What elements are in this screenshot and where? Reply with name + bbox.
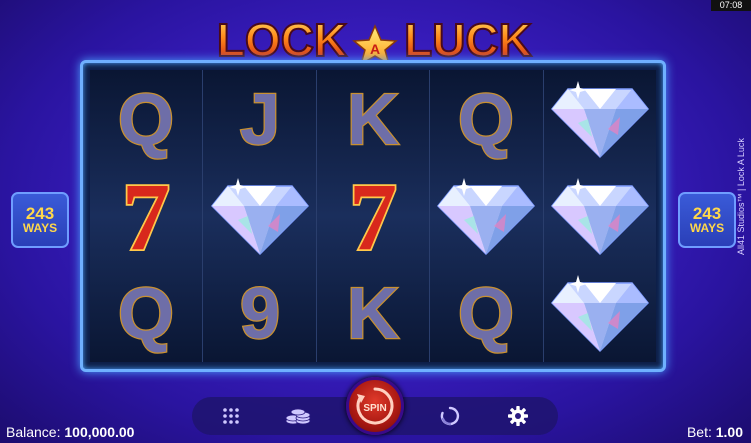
reel-4: QQ [430,70,544,362]
symbol-diamond [544,167,656,264]
svg-text:J: J [240,80,280,160]
reel-2: J9 [203,70,317,362]
spin-button[interactable]: SPIN [346,377,404,435]
logo-word-lock: LOCK [217,14,347,66]
svg-text:9: 9 [240,274,280,354]
svg-text:7: 7 [349,171,397,261]
autoplay-button[interactable] [432,397,468,435]
reel-3: K 7 K [316,70,431,362]
spin-icon: SPIN [356,387,394,425]
symbol-j: J [203,70,315,167]
bet-display: Bet: 1.00 [687,422,743,442]
symbol-q: Q [430,70,542,167]
symbol-diamond [430,167,542,264]
reel-5 [543,70,657,362]
ways-number: 243 [692,204,722,223]
svg-text:K: K [347,274,399,354]
ways-number: 243 [25,204,55,223]
symbol-seven: 7 [317,167,429,264]
symbol-q: Q [90,70,202,167]
bet-value: 1.00 [715,424,743,440]
autoplay-icon [440,406,460,426]
logo-word-luck: LUCK [404,14,532,66]
ways-label: WAYS [22,221,58,235]
svg-text:Q: Q [458,274,514,354]
balance-value: 100,000.00 [64,424,135,440]
symbol-q: Q [90,265,202,362]
spin-label: SPIN [363,403,386,414]
balance-display: Balance: 100,000.00 [6,422,134,442]
symbol-9: 9 [203,265,315,362]
symbol-diamond [544,265,656,362]
svg-text:Q: Q [118,80,174,160]
ways-badge-left: 243 WAYS [11,192,69,248]
symbol-diamond [203,167,315,264]
reels-grid: Q7QJ9K7KQQ [90,70,657,362]
gear-icon [508,406,528,426]
symbol-q: Q [430,265,542,362]
reel-1: Q 7 Q [90,70,204,362]
svg-text:Q: Q [458,80,514,160]
bet-label: Bet: [686,424,712,440]
menu-button[interactable] [213,397,249,435]
logo-letter-a: A [370,41,380,57]
coins-icon [285,408,311,425]
ways-label: WAYS [689,221,725,235]
symbol-diamond [544,70,656,167]
svg-text:7: 7 [122,171,170,261]
balance-label: Balance: [6,424,61,440]
grid-icon [223,408,239,424]
settings-button[interactable] [500,397,536,435]
reel-frame: Q7QJ9K7KQQ [80,60,666,372]
svg-text:K: K [347,80,399,160]
studio-credit: All41 Studios™ | Lock A Luck [736,138,746,255]
symbol-k: K [317,265,429,362]
bet-coins-button[interactable] [280,397,316,435]
ways-badge-right: 243 WAYS [678,192,736,248]
svg-text:Q: Q [118,274,174,354]
symbol-seven: 7 [90,167,202,264]
symbol-k: K [317,70,429,167]
